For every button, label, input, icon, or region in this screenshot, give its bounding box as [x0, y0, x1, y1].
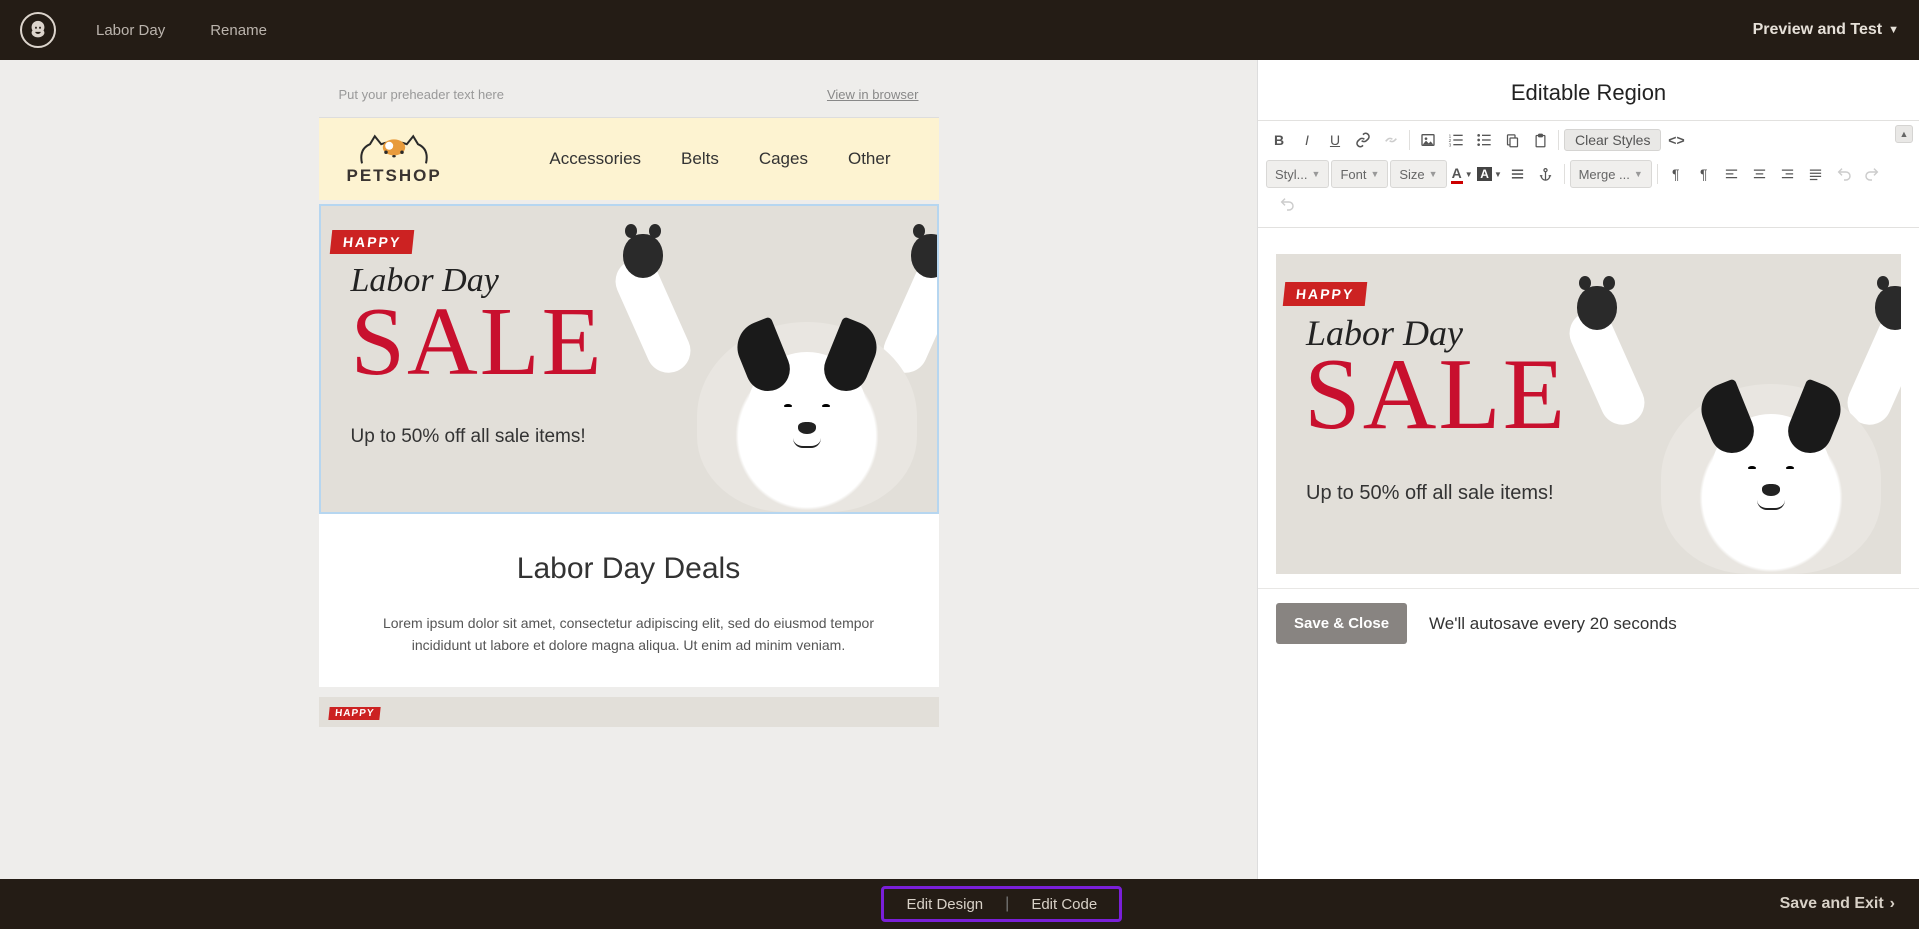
- chevron-down-icon: ▼: [1888, 24, 1899, 36]
- styles-dropdown[interactable]: Styl...▼: [1266, 160, 1329, 188]
- preheader-row: Put your preheader text here View in bro…: [319, 72, 939, 118]
- chevron-right-icon: ›: [1890, 895, 1895, 913]
- pilcrow-ltr-button[interactable]: ¶: [1663, 161, 1689, 187]
- edit-mode-toggle: Edit Design | Edit Code: [881, 886, 1122, 922]
- deals-title: Labor Day Deals: [359, 552, 899, 586]
- text-color-button[interactable]: A▼: [1449, 161, 1475, 187]
- unordered-list-button[interactable]: [1471, 127, 1497, 153]
- size-dropdown[interactable]: Size▼: [1390, 160, 1446, 188]
- nav-other[interactable]: Other: [848, 149, 891, 169]
- panel-title: Editable Region: [1258, 60, 1919, 120]
- deals-text-block[interactable]: Labor Day Deals Lorem ipsum dolor sit am…: [319, 514, 939, 687]
- pilcrow-rtl-button[interactable]: ¶: [1691, 161, 1717, 187]
- petshop-logo: PETSHOP: [347, 132, 442, 186]
- save-and-exit-button[interactable]: Save and Exit ›: [1780, 895, 1895, 913]
- save-row: Save & Close We'll autosave every 20 sec…: [1258, 588, 1919, 668]
- hero-subline: Up to 50% off all sale items!: [351, 426, 586, 448]
- edit-code-link[interactable]: Edit Code: [1031, 896, 1097, 913]
- undo-button[interactable]: [1831, 161, 1857, 187]
- bold-button[interactable]: B: [1266, 127, 1292, 153]
- bg-color-button[interactable]: A▼: [1477, 161, 1503, 187]
- badge-happy: HAPPY: [1283, 282, 1368, 306]
- editor-panel: Editable Region ▲ B I U 123 Clear Styles…: [1257, 60, 1919, 879]
- link-button[interactable]: [1350, 127, 1376, 153]
- deals-body: Lorem ipsum dolor sit amet, consectetur …: [359, 612, 899, 657]
- paste-button[interactable]: [1527, 127, 1553, 153]
- hero-image-block[interactable]: HAPPY Labor Day SALE Up to 50% off all s…: [319, 204, 939, 514]
- hero-subline: Up to 50% off all sale items!: [1306, 482, 1554, 505]
- email-header-nav: PETSHOP Accessories Belts Cages Other: [319, 118, 939, 200]
- divider: |: [1005, 895, 1009, 913]
- mailchimp-logo[interactable]: [20, 12, 56, 48]
- campaign-name[interactable]: Labor Day: [96, 22, 165, 39]
- merge-tags-dropdown[interactable]: Merge ...▼: [1570, 160, 1652, 188]
- secondary-card[interactable]: HAPPY: [319, 697, 939, 727]
- align-center-button[interactable]: [1747, 161, 1773, 187]
- save-and-close-button[interactable]: Save & Close: [1276, 603, 1407, 644]
- align-justify-button[interactable]: [1505, 161, 1531, 187]
- align-right-button[interactable]: [1775, 161, 1801, 187]
- nav-cages[interactable]: Cages: [759, 149, 808, 169]
- align-left-button[interactable]: [1719, 161, 1745, 187]
- align-full-button[interactable]: [1803, 161, 1829, 187]
- dog-illustration: [637, 252, 937, 512]
- editor-hero-image[interactable]: HAPPY Labor Day SALE Up to 50% off all s…: [1276, 254, 1901, 574]
- anchor-button[interactable]: [1533, 161, 1559, 187]
- edit-design-link[interactable]: Edit Design: [906, 896, 983, 913]
- rename-link[interactable]: Rename: [210, 22, 267, 39]
- main-split: Put your preheader text here View in bro…: [0, 60, 1919, 879]
- brand-text: PETSHOP: [347, 166, 442, 186]
- undo-button-2[interactable]: [1274, 191, 1300, 217]
- badge-happy: HAPPY: [329, 230, 414, 254]
- font-dropdown[interactable]: Font▼: [1331, 160, 1388, 188]
- preview-and-test-menu[interactable]: Preview and Test ▼: [1753, 21, 1899, 39]
- editor-content-area[interactable]: HAPPY Labor Day SALE Up to 50% off all s…: [1258, 228, 1919, 584]
- underline-button[interactable]: U: [1322, 127, 1348, 153]
- hero-sale-text: SALE: [351, 286, 604, 398]
- collapse-toolbar-button[interactable]: ▲: [1895, 125, 1913, 143]
- source-code-button[interactable]: <>: [1663, 127, 1689, 153]
- rich-text-toolbar: ▲ B I U 123 Clear Styles <> Styl...▼ Fon…: [1258, 120, 1919, 228]
- preheader-placeholder[interactable]: Put your preheader text here: [339, 87, 505, 102]
- top-bar: Labor Day Rename Preview and Test ▼: [0, 0, 1919, 60]
- view-in-browser-link[interactable]: View in browser: [827, 87, 919, 102]
- nav-accessories[interactable]: Accessories: [549, 149, 641, 169]
- copy-button[interactable]: [1499, 127, 1525, 153]
- ordered-list-button[interactable]: 123: [1443, 127, 1469, 153]
- clear-styles-button[interactable]: Clear Styles: [1564, 129, 1661, 151]
- unlink-button: [1378, 127, 1404, 153]
- bottom-bar: Edit Design | Edit Code Save and Exit ›: [0, 879, 1919, 929]
- svg-text:3: 3: [1449, 143, 1452, 148]
- nav-belts[interactable]: Belts: [681, 149, 719, 169]
- email-preview-pane[interactable]: Put your preheader text here View in bro…: [0, 60, 1257, 879]
- redo-button[interactable]: [1859, 161, 1885, 187]
- image-button[interactable]: [1415, 127, 1441, 153]
- badge-happy-small: HAPPY: [328, 707, 381, 720]
- dog-illustration: [1591, 304, 1901, 574]
- italic-button[interactable]: I: [1294, 127, 1320, 153]
- hero-sale-text: SALE: [1304, 336, 1567, 453]
- autosave-text: We'll autosave every 20 seconds: [1429, 614, 1677, 634]
